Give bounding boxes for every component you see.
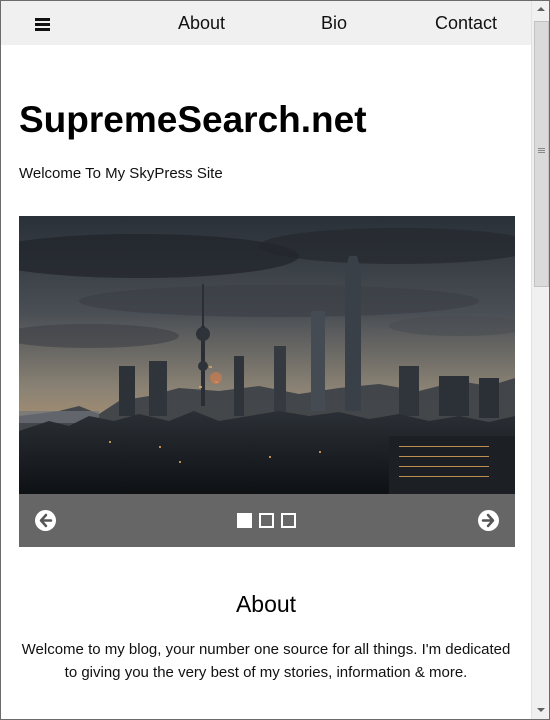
nav-link-bio[interactable]: Bio [321, 13, 347, 34]
nav-link-about[interactable]: About [178, 13, 225, 34]
image-slideshow [19, 216, 515, 547]
vertical-scrollbar[interactable] [531, 1, 549, 719]
browser-window: About Bio Contact SupremeSearch.net Welc… [0, 0, 550, 720]
site-tagline: Welcome To My SkyPress Site [19, 165, 223, 182]
arrow-right-circle-icon[interactable] [478, 510, 499, 531]
site-title: SupremeSearch.net [19, 99, 367, 140]
arrow-left-circle-icon[interactable] [35, 510, 56, 531]
slide-dot-2[interactable] [259, 513, 274, 528]
top-navbar: About Bio Contact [1, 1, 531, 45]
slideshow-controls [19, 494, 515, 547]
hamburger-menu-icon[interactable] [29, 13, 55, 33]
nav-link-contact[interactable]: Contact [435, 13, 497, 34]
about-heading: About [235, 591, 297, 617]
scrollbar-thumb[interactable] [534, 21, 549, 287]
slide-image-city-skyline [19, 216, 515, 494]
page-viewport: About Bio Contact SupremeSearch.net Welc… [1, 1, 531, 719]
slide-dot-1[interactable] [237, 513, 252, 528]
grip-icon [538, 148, 545, 155]
slide-dot-3[interactable] [281, 513, 296, 528]
scroll-up-arrow-icon[interactable] [532, 1, 549, 18]
scroll-down-arrow-icon[interactable] [532, 702, 549, 719]
about-text: Welcome to my blog, your number one sour… [21, 641, 511, 681]
